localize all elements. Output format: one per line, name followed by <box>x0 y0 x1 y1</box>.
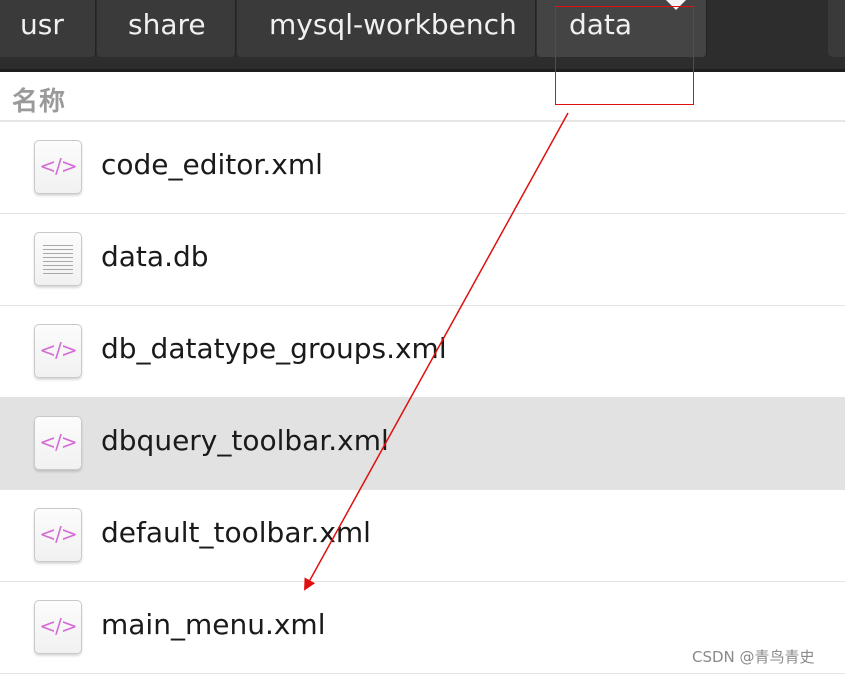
breadcrumb-share[interactable]: share <box>97 0 236 57</box>
xml-file-icon <box>34 600 82 654</box>
file-row-selected[interactable]: dbquery_toolbar.xml <box>0 398 845 490</box>
file-row[interactable]: default_toolbar.xml <box>0 490 845 582</box>
file-list: code_editor.xml data.db db_datatype_grou… <box>0 122 845 674</box>
column-header-name[interactable]: 名称 <box>0 72 845 122</box>
file-name: db_datatype_groups.xml <box>101 332 447 365</box>
file-name: data.db <box>101 240 209 273</box>
file-row[interactable]: data.db <box>0 214 845 306</box>
file-row[interactable]: code_editor.xml <box>0 122 845 214</box>
file-name: default_toolbar.xml <box>101 516 371 549</box>
xml-file-icon <box>34 508 82 562</box>
file-name: dbquery_toolbar.xml <box>101 424 389 457</box>
xml-file-icon <box>34 324 82 378</box>
text-file-icon <box>34 232 82 286</box>
file-name: main_menu.xml <box>101 608 326 641</box>
path-bar: usr share mysql-workbench data <box>0 0 845 72</box>
pathbar-edge-button[interactable] <box>828 0 845 57</box>
file-name: code_editor.xml <box>101 148 323 181</box>
breadcrumb-usr[interactable]: usr <box>0 0 96 57</box>
dropdown-triangle-icon[interactable] <box>666 0 686 10</box>
breadcrumb-data-current[interactable]: data <box>537 0 707 57</box>
file-manager-window: usr share mysql-workbench data 名称 code_e… <box>0 0 845 675</box>
column-header-label: 名称 <box>12 87 67 117</box>
breadcrumb-label: data <box>569 8 633 41</box>
xml-file-icon <box>34 140 82 194</box>
file-row[interactable]: db_datatype_groups.xml <box>0 306 845 398</box>
xml-file-icon <box>34 416 82 470</box>
breadcrumb-mysql-workbench[interactable]: mysql-workbench <box>237 0 536 57</box>
breadcrumb-label: mysql-workbench <box>269 8 517 41</box>
breadcrumb-label: usr <box>20 8 64 41</box>
breadcrumb-label: share <box>128 8 206 41</box>
watermark: CSDN @青鸟青史 <box>692 648 815 666</box>
